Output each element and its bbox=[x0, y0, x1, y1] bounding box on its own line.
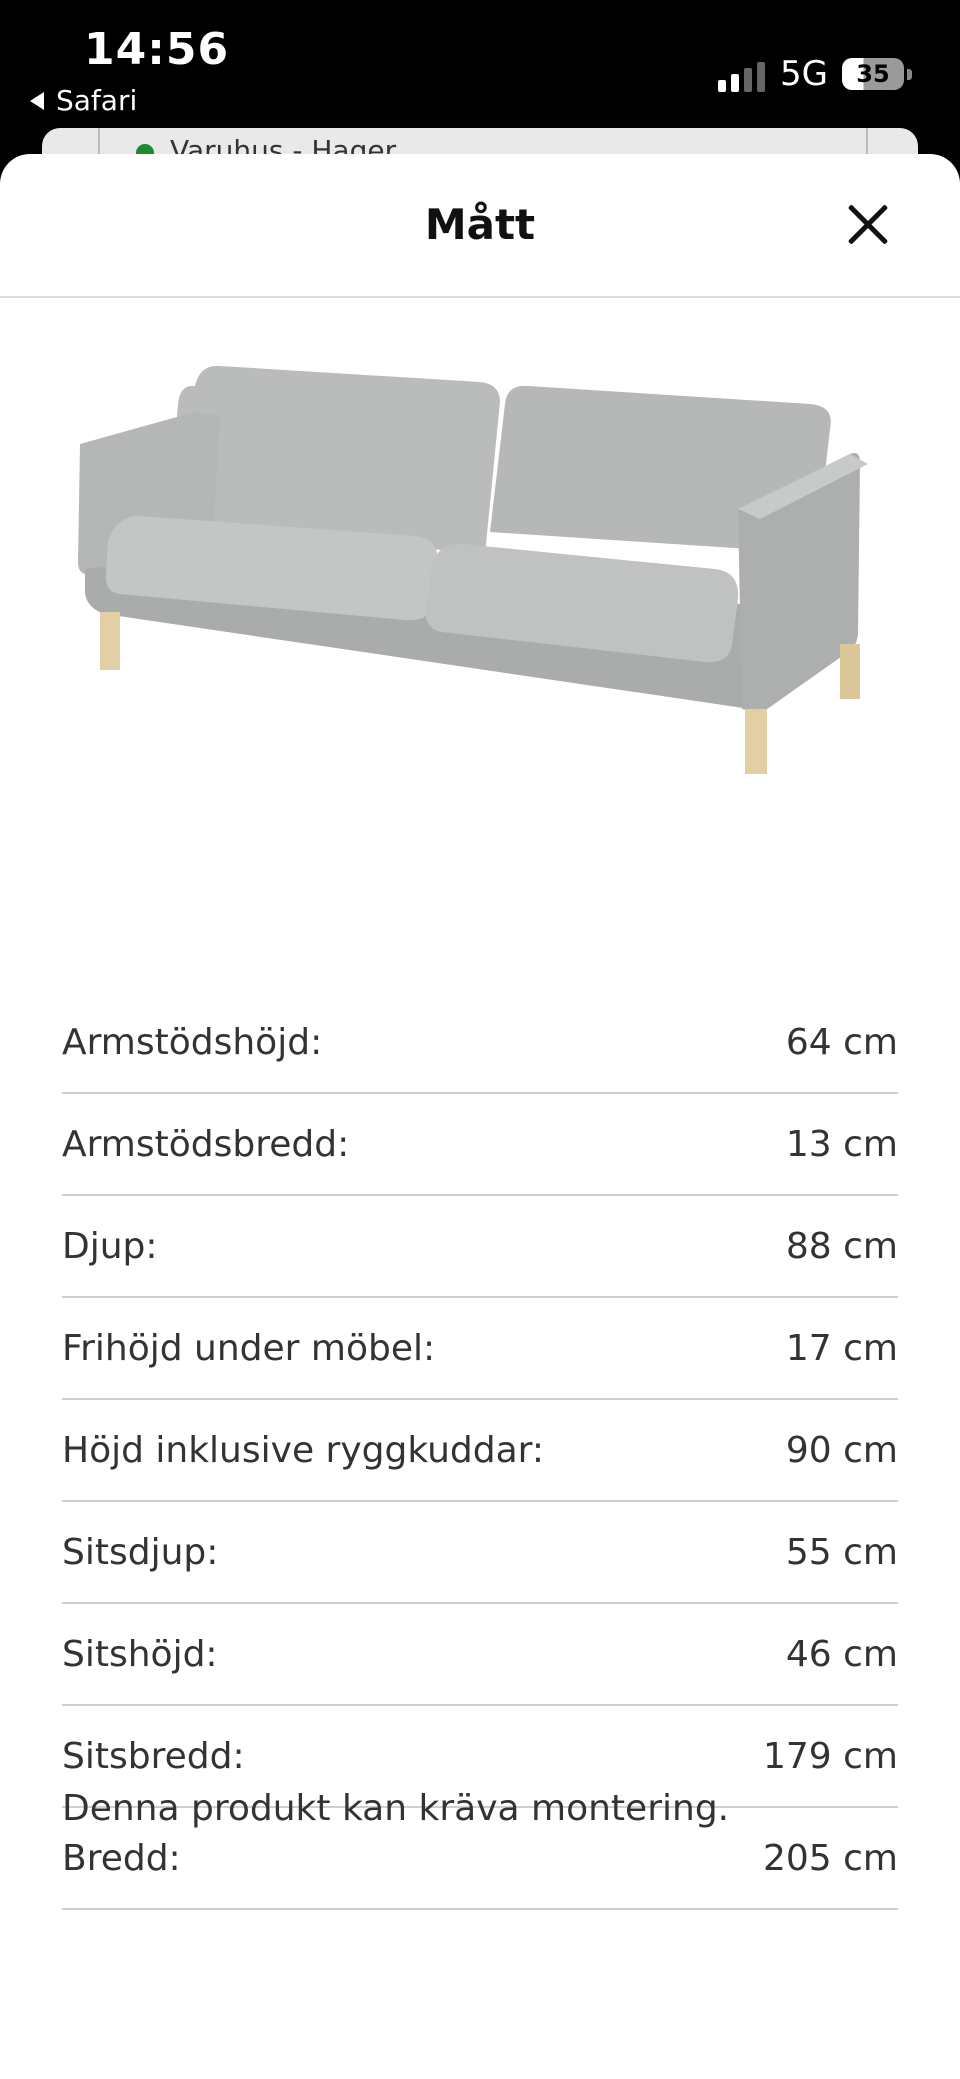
dimension-value: 46 cm bbox=[785, 1633, 898, 1675]
dimensions-list: Armstödshöjd: 64 cm Armstödsbredd: 13 cm… bbox=[62, 992, 898, 1910]
dimension-row: Frihöjd under möbel: 17 cm bbox=[62, 1298, 898, 1400]
back-arrow-icon bbox=[30, 91, 44, 110]
dimension-label: Armstödsbredd: bbox=[62, 1123, 350, 1165]
back-app-label: Safari bbox=[56, 84, 138, 117]
dimension-value: 88 cm bbox=[785, 1225, 898, 1267]
battery-icon: 35 bbox=[842, 58, 904, 90]
battery-nub bbox=[907, 69, 912, 80]
dimension-row: Sitshöjd: 46 cm bbox=[62, 1604, 898, 1706]
cellular-signal-icon bbox=[718, 60, 765, 92]
dimension-value: 90 cm bbox=[785, 1429, 898, 1471]
dimension-label: Djup: bbox=[62, 1225, 158, 1267]
assembly-note: Denna produkt kan kräva montering. bbox=[62, 1788, 730, 1829]
dimension-row: Djup: 88 cm bbox=[62, 1196, 898, 1298]
status-time: 14:56 bbox=[84, 24, 230, 75]
dimension-value: 205 cm bbox=[762, 1837, 898, 1879]
dimension-label: Sitsdjup: bbox=[62, 1531, 219, 1573]
dimension-value: 55 cm bbox=[785, 1531, 898, 1573]
sofa-image bbox=[78, 365, 868, 774]
dimension-row: Armstödsbredd: 13 cm bbox=[62, 1094, 898, 1196]
dimension-row: Höjd inklusive ryggkuddar: 90 cm bbox=[62, 1400, 898, 1502]
sheet-header: Mått bbox=[0, 154, 960, 298]
status-bar: 14:56 Safari 5G 35 bbox=[0, 0, 960, 130]
dimension-label: Armstödshöjd: bbox=[62, 1021, 323, 1063]
battery-level: 35 bbox=[856, 60, 890, 88]
dimension-label: Höjd inklusive ryggkuddar: bbox=[62, 1429, 544, 1471]
dimension-value: 64 cm bbox=[785, 1021, 898, 1063]
dimension-label: Sitsbredd: bbox=[62, 1735, 245, 1777]
dimension-row: Sitsdjup: 55 cm bbox=[62, 1502, 898, 1604]
dimension-value: 179 cm bbox=[762, 1735, 898, 1777]
dimension-label: Sitshöjd: bbox=[62, 1633, 218, 1675]
back-to-app-link[interactable]: Safari bbox=[30, 84, 137, 117]
close-icon[interactable] bbox=[838, 194, 898, 254]
dimension-label: Frihöjd under möbel: bbox=[62, 1327, 436, 1369]
dimension-value: 17 cm bbox=[785, 1327, 898, 1369]
dimension-value: 13 cm bbox=[785, 1123, 898, 1165]
sheet-title: Mått bbox=[424, 200, 536, 249]
dimension-row: Armstödshöjd: 64 cm bbox=[62, 992, 898, 1094]
network-type: 5G bbox=[780, 54, 828, 94]
dimension-label: Bredd: bbox=[62, 1837, 181, 1879]
